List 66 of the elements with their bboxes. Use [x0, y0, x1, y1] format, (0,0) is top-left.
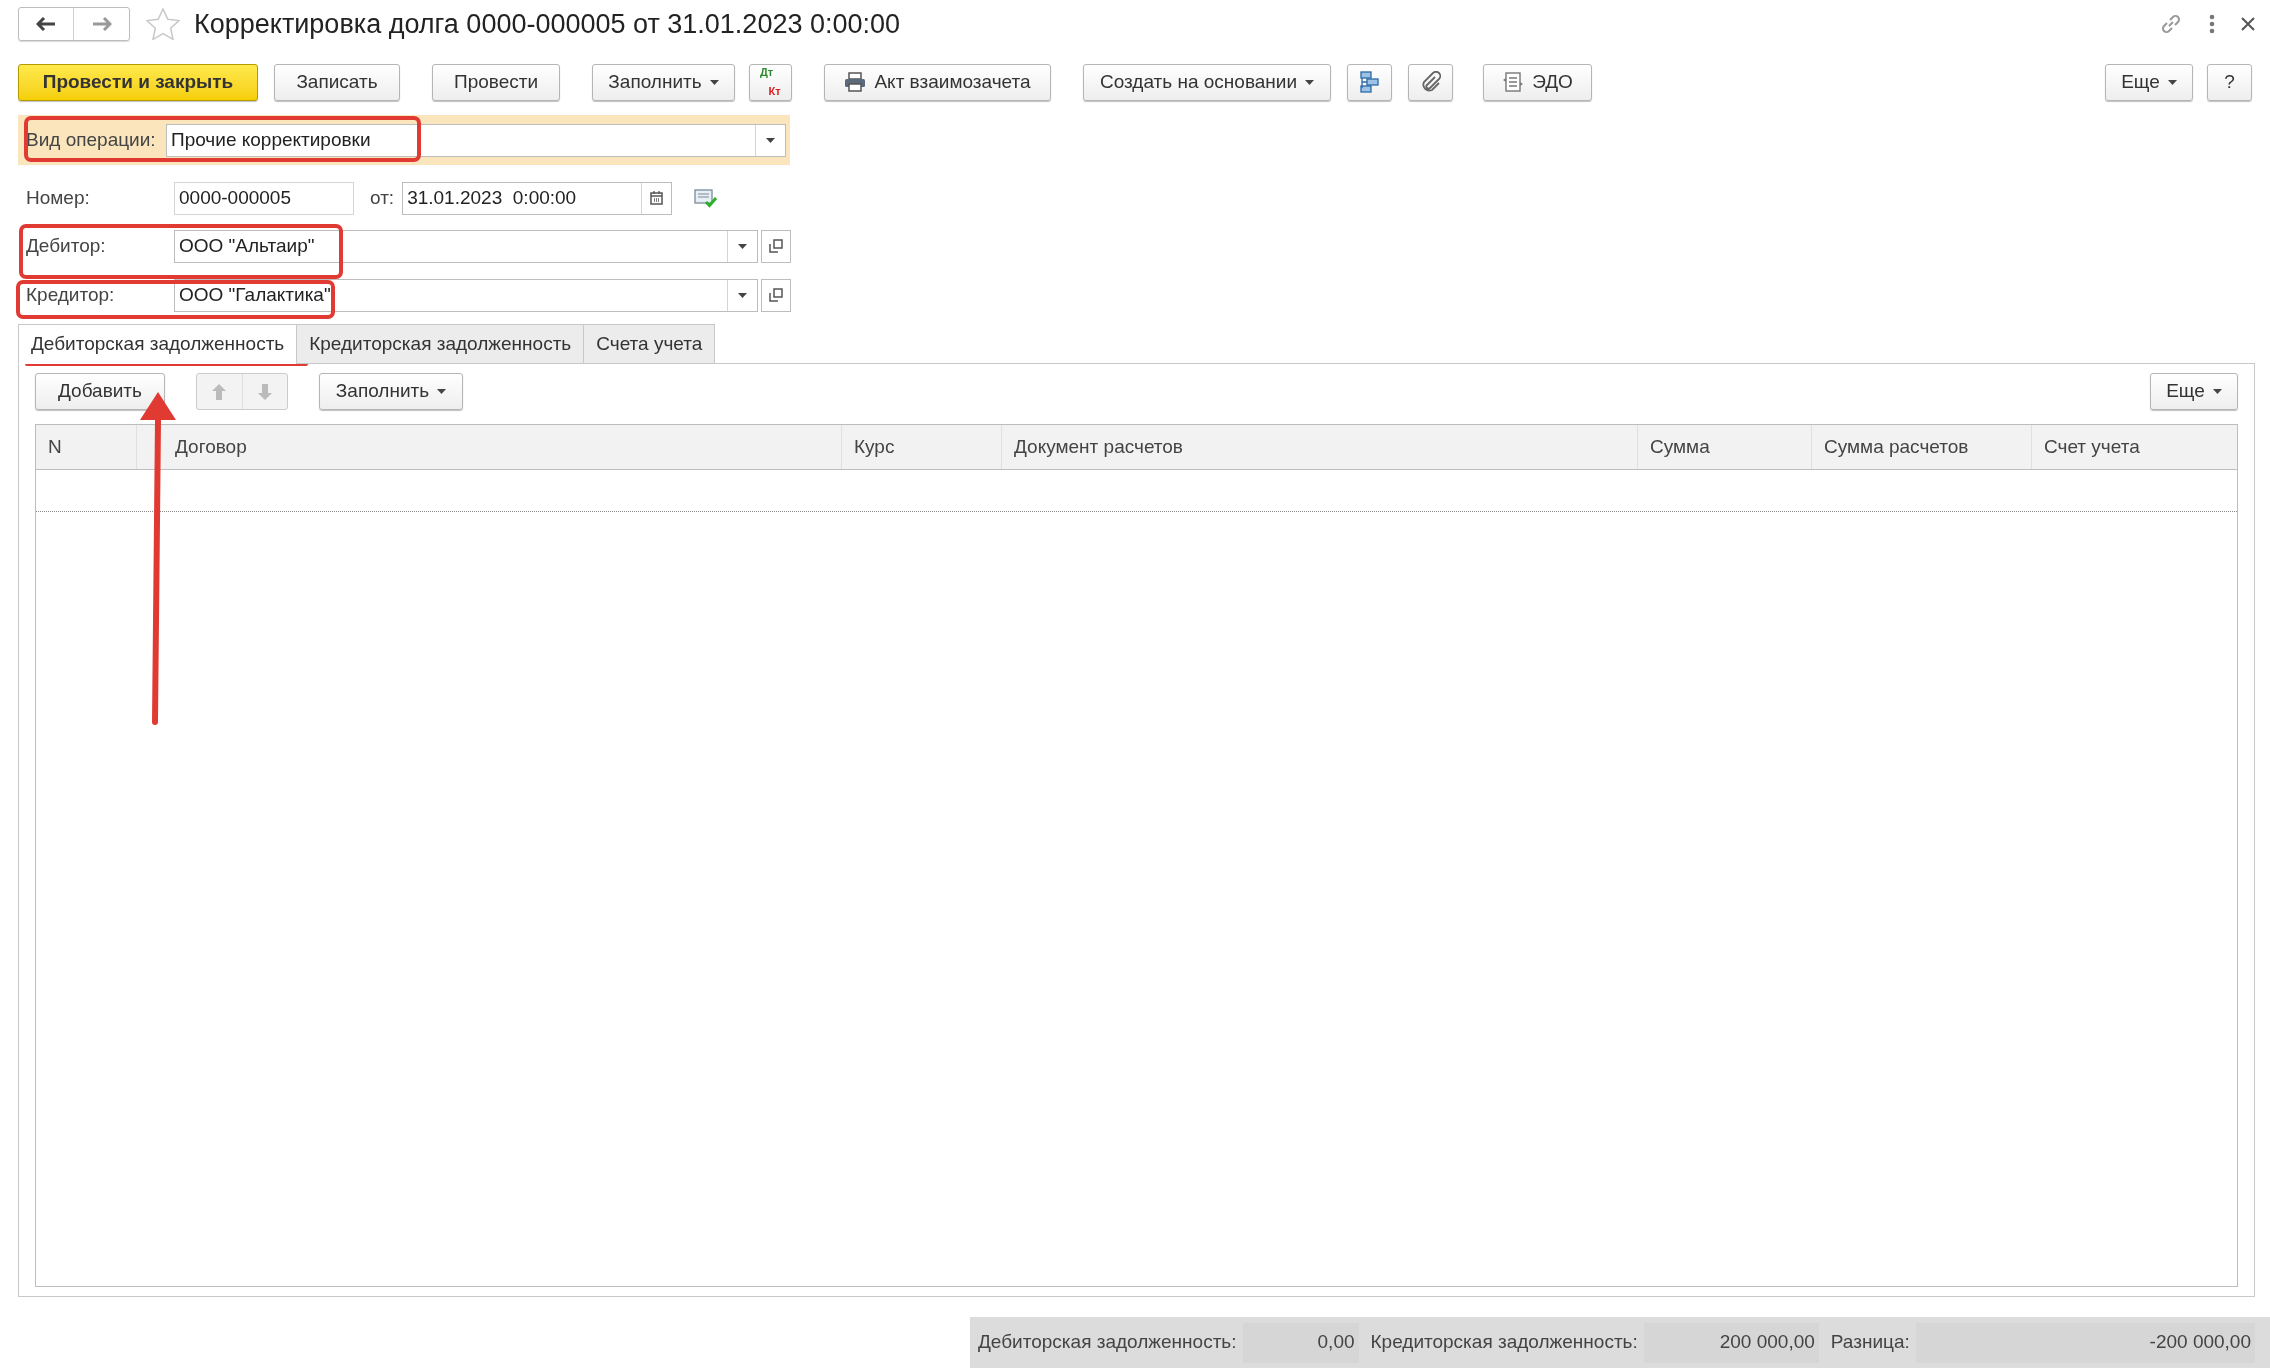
star-icon[interactable]: [146, 8, 180, 40]
dropdown-button[interactable]: Заполнить: [592, 63, 735, 101]
up-arrow-icon: [212, 383, 227, 400]
more-button[interactable]: Еще: [2150, 373, 2238, 410]
caret-icon: [738, 292, 747, 298]
add-button[interactable]: Добавить: [35, 373, 165, 410]
debit-credit-button[interactable]: Дт Кт: [749, 63, 792, 101]
tab[interactable]: Счета учета: [583, 324, 716, 364]
link-icon[interactable]: [2159, 12, 2183, 36]
tab[interactable]: Дебиторская задолженность: [18, 324, 298, 364]
caret-icon: [2167, 79, 2177, 85]
column-header[interactable]: Документ расчетов: [1001, 425, 1637, 469]
document-exchange-icon: [1502, 71, 1525, 93]
document-check-icon[interactable]: [694, 187, 719, 209]
total-value: -200 000,00: [1915, 1322, 2255, 1363]
total-label: Разница:: [1830, 1330, 1910, 1355]
open-button[interactable]: [761, 229, 791, 263]
column-header[interactable]: Сумма расчетов: [1811, 425, 2031, 469]
back-arrow-icon: [36, 17, 56, 31]
dropdown-button[interactable]: Создать на основании: [1083, 63, 1331, 101]
caret-icon: [2212, 389, 2222, 394]
caret-icon: [709, 79, 719, 85]
open-button[interactable]: [761, 278, 791, 312]
column-header[interactable]: Договор: [136, 425, 841, 469]
field-label: Кредитор:: [26, 282, 116, 307]
more-button[interactable]: Еще: [2105, 63, 2193, 101]
total-label: Кредиторская задолженность:: [1370, 1330, 1638, 1355]
post-and-close-button[interactable]: Провести и закрыть: [18, 63, 258, 101]
paperclip-icon: [1419, 71, 1442, 93]
open-window-icon: [769, 288, 783, 302]
edo-button[interactable]: ЭДО: [1483, 63, 1592, 101]
caret-icon: [738, 243, 747, 249]
column-header[interactable]: Счет учета: [2031, 425, 2237, 469]
number-field[interactable]: 0000-000005: [174, 181, 354, 215]
column-header[interactable]: Курс: [841, 425, 1001, 469]
caret-icon: [437, 389, 447, 394]
open-window-icon: [769, 239, 783, 253]
fill-button[interactable]: Заполнить: [319, 373, 463, 410]
total-label: Дебиторская задолженность:: [978, 1330, 1237, 1355]
calendar-icon: [650, 191, 664, 205]
column-header[interactable]: Сумма: [1637, 425, 1811, 469]
tab[interactable]: Кредиторская задолженность: [296, 324, 585, 364]
field-label: Дебитор:: [26, 233, 107, 258]
total-value: 200 000,00: [1643, 1322, 1819, 1363]
field-label: Номер:: [26, 185, 91, 210]
structure-button[interactable]: [1347, 63, 1392, 101]
date-field[interactable]: 31.01.2023 0:00:00: [403, 182, 642, 214]
column-header[interactable]: N: [36, 425, 136, 469]
printer-icon: [844, 72, 867, 92]
field-label: Вид операции:: [26, 127, 157, 152]
close-icon[interactable]: [2241, 17, 2255, 31]
date-picker[interactable]: 31.01.2023 0:00:00: [402, 181, 673, 215]
help-button[interactable]: ?: [2207, 63, 2252, 101]
structure-icon: [1357, 70, 1382, 94]
print-button[interactable]: Акт взаимозачета: [824, 63, 1051, 101]
field-label: от:: [370, 185, 395, 210]
toolbar-button[interactable]: Записать: [274, 63, 400, 101]
total-value: 0,00: [1242, 1322, 1359, 1363]
forward-arrow-icon: [91, 17, 112, 31]
toolbar-button[interactable]: Провести: [432, 63, 560, 101]
attach-button[interactable]: [1408, 63, 1453, 101]
down-arrow-icon: [257, 383, 272, 400]
more-icon[interactable]: [2209, 14, 2215, 34]
caret-icon: [766, 137, 775, 143]
caret-icon: [1305, 79, 1315, 85]
window-title: Корректировка долга 0000-000005 от 31.01.2023 0:00:00: [194, 7, 901, 41]
